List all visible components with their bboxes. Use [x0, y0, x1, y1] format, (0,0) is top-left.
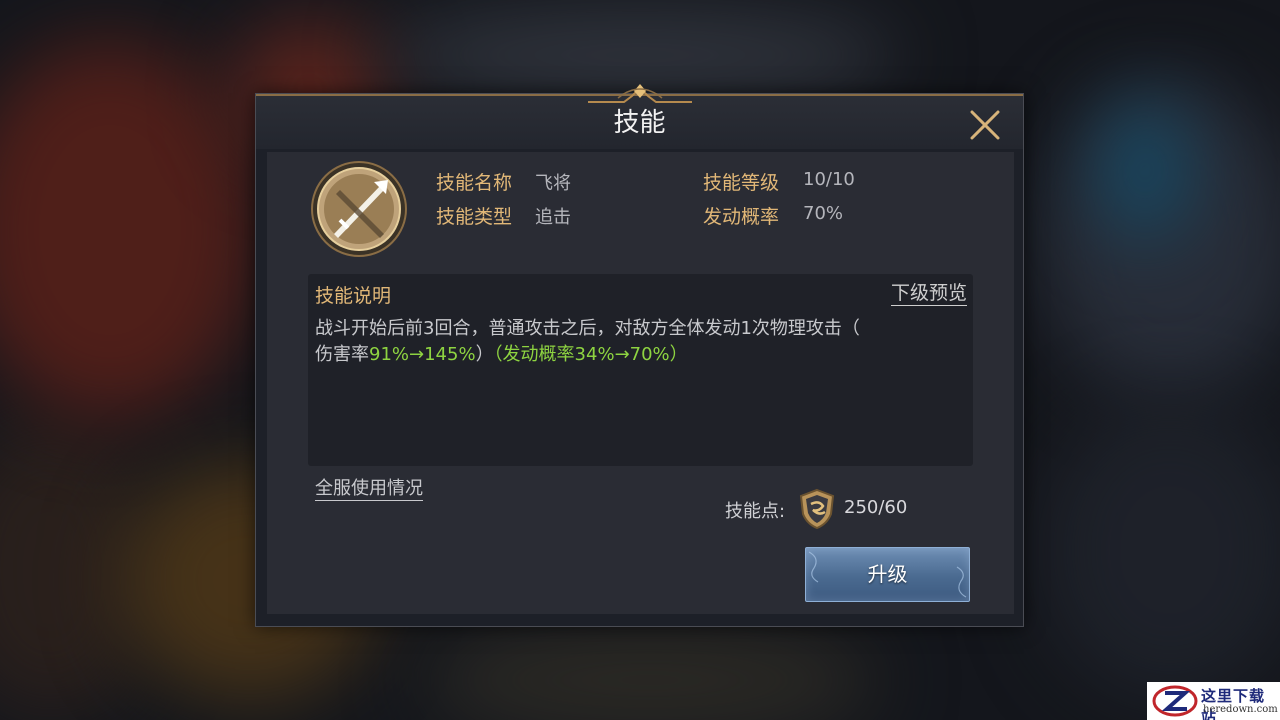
dialog-content: 技能名称 飞将 技能等级 10/10 技能类型 追击 发动概率 70% 技能说明… — [267, 152, 1014, 614]
skill-name-label: 技能名称 — [436, 172, 513, 194]
skill-level-value: 10/10 — [803, 169, 855, 190]
crossed-swords-icon — [311, 161, 407, 257]
description-line-1: 战斗开始后前3回合，普通攻击之后，对敌方全体发动1次物理攻击（ — [315, 318, 860, 339]
server-usage-link[interactable]: 全服使用情况 — [315, 478, 423, 501]
upgrade-button[interactable]: 升级 — [805, 547, 970, 602]
upgrade-button-label: 升级 — [867, 562, 908, 586]
skill-points-value: 250/60 — [844, 497, 908, 518]
chance-change-text: （发动概率34%→70%） — [493, 344, 688, 365]
skill-points-label: 技能点: — [725, 501, 786, 522]
trigger-chance-value: 70% — [803, 203, 844, 224]
skill-dialog: 技能 技能名称 飞将 技能等级 10/10 技能类型 追击 发动概率 70% 技… — [255, 84, 1024, 627]
close-icon[interactable] — [968, 108, 1002, 142]
next-level-preview-link[interactable]: 下级预览 — [890, 281, 967, 306]
skill-name-value: 飞将 — [535, 173, 571, 194]
site-logo-icon — [1152, 685, 1198, 717]
description-text: 战斗开始后前3回合，普通攻击之后，对敌方全体发动1次物理攻击（ 伤害率91%→1… — [315, 316, 965, 368]
skill-description-panel: 技能说明 下级预览 战斗开始后前3回合，普通攻击之后，对敌方全体发动1次物理攻击… — [308, 274, 973, 466]
skill-level-label: 技能等级 — [703, 172, 780, 194]
trigger-chance-label: 发动概率 — [703, 206, 780, 228]
watermark-subtitle: heredown.com — [1203, 704, 1278, 715]
description-line-2: 伤害率91%→145%）（发动概率34%→70%） — [315, 342, 965, 368]
dialog-title-bar: 技能 — [256, 84, 1023, 149]
skill-type-value: 追击 — [535, 207, 571, 228]
damage-rate-label: 伤害率 — [315, 344, 369, 365]
damage-close-paren: ） — [475, 344, 494, 365]
description-title: 技能说明 — [315, 285, 392, 307]
site-watermark: 这里下载站 heredown.com — [1147, 682, 1280, 720]
skill-type-label: 技能类型 — [436, 206, 513, 228]
dialog-title: 技能 — [613, 108, 666, 138]
damage-rate-value: 91%→145% — [369, 344, 476, 365]
shield-emblem-icon — [799, 488, 835, 530]
